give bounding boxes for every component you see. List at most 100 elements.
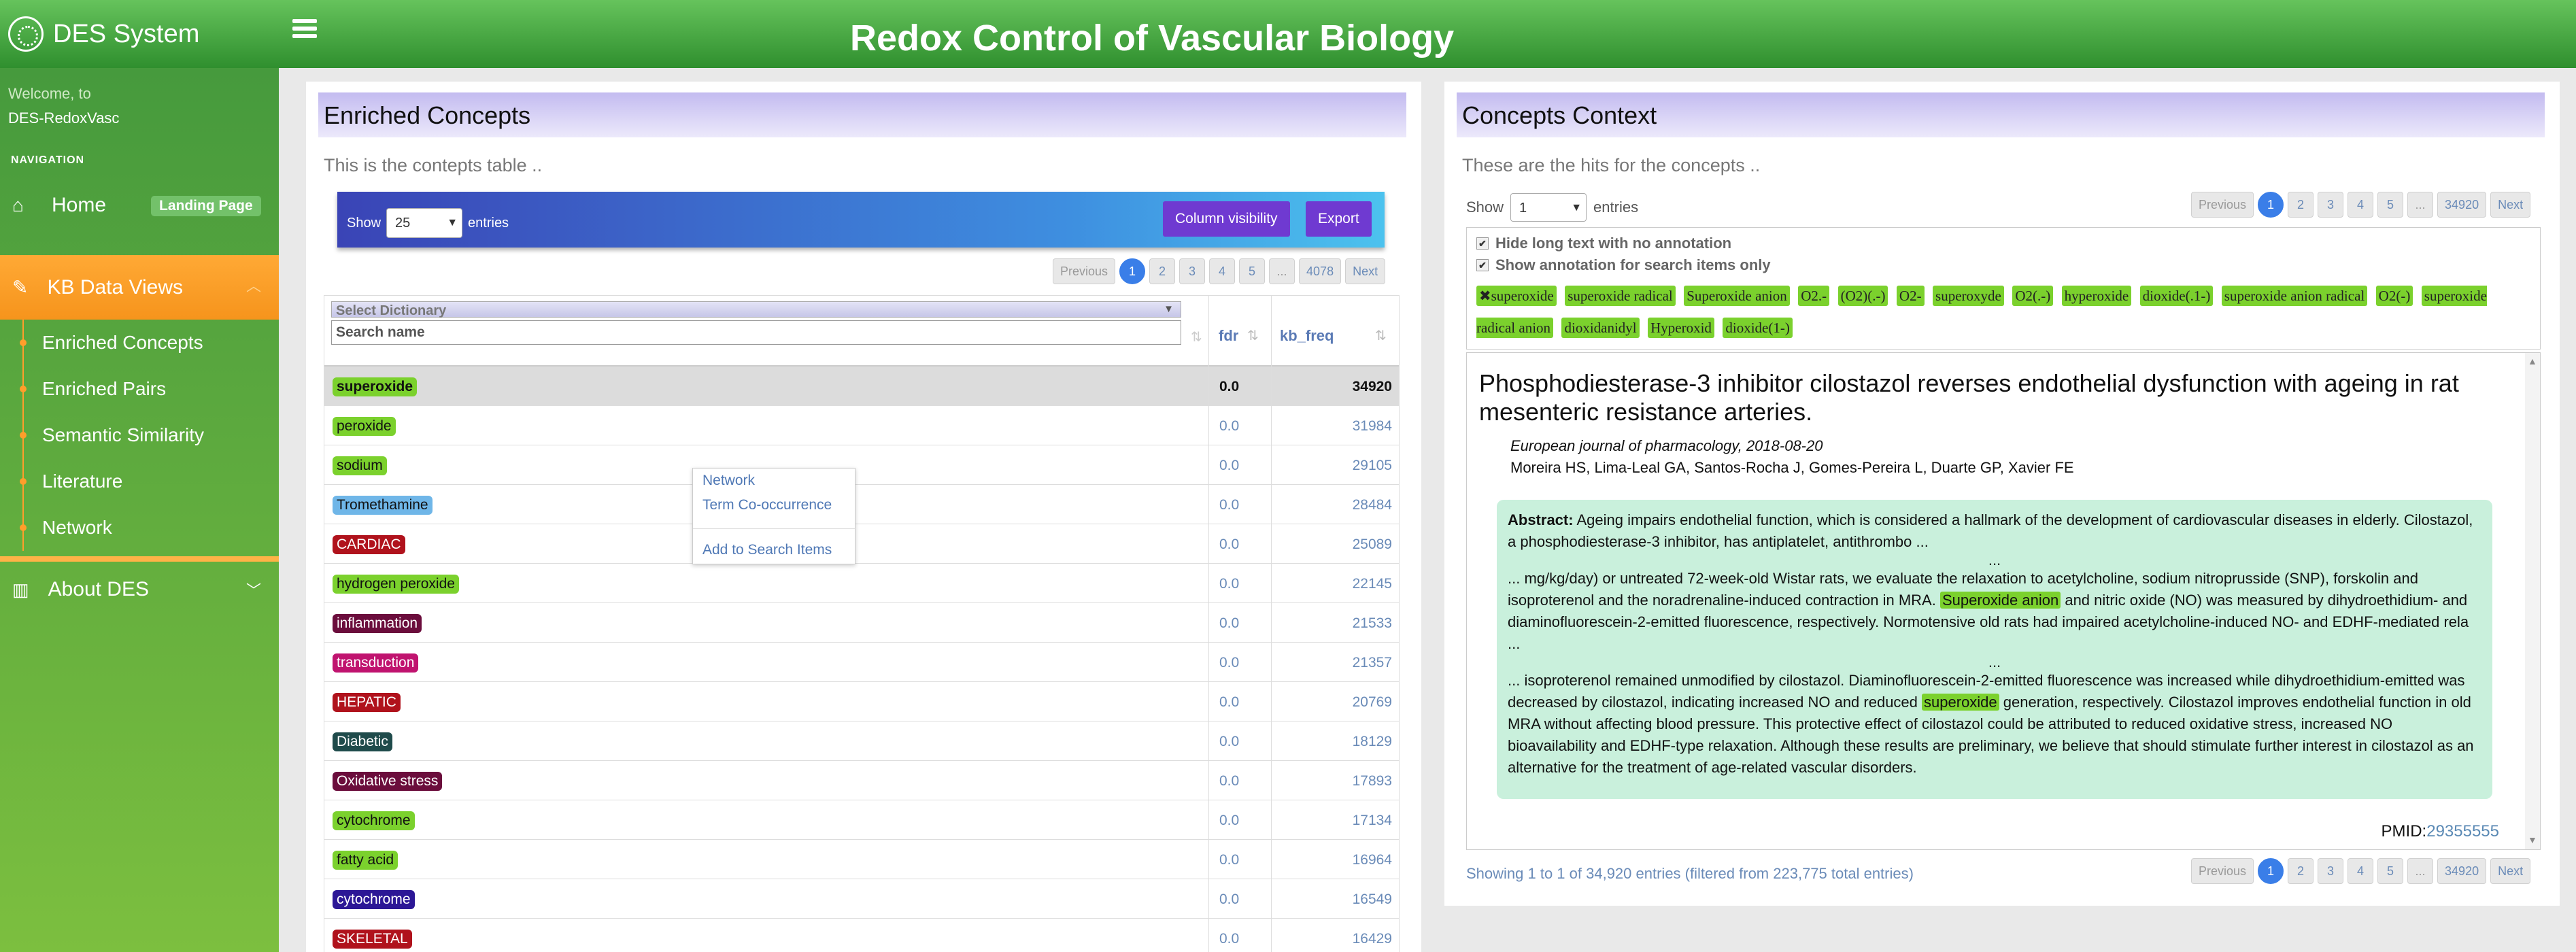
- brand[interactable]: DES System: [8, 7, 199, 61]
- pager-page[interactable]: 3: [2318, 192, 2344, 218]
- concept-tag[interactable]: superoxide: [333, 377, 418, 396]
- synonym-chip[interactable]: superoxyde: [1933, 286, 2004, 306]
- pager-page[interactable]: 1: [2258, 858, 2284, 884]
- table-row[interactable]: Diabetic 0.0 18129: [324, 721, 1399, 761]
- pager-page[interactable]: 34920: [2437, 192, 2487, 218]
- sidebar-item-semantic-similarity[interactable]: Semantic Similarity: [0, 412, 279, 458]
- column-fdr[interactable]: fdr ⇅: [1208, 296, 1271, 367]
- concept-tag[interactable]: fatty acid: [333, 851, 399, 870]
- pager-page[interactable]: 4: [2348, 858, 2374, 884]
- table-row[interactable]: SKELETAL 0.0 16429: [324, 919, 1399, 952]
- pager-page[interactable]: 4078: [1299, 258, 1342, 284]
- select-dictionary-dropdown[interactable]: Select Dictionary ▼: [331, 301, 1181, 318]
- show-search-annotation-checkbox[interactable]: ✔ Show annotation for search items only: [1476, 256, 1771, 274]
- pager-page[interactable]: 5: [1239, 258, 1266, 284]
- concept-tag[interactable]: hydrogen peroxide: [333, 575, 459, 594]
- pager-page[interactable]: 1: [2258, 192, 2284, 218]
- checkbox-checked-icon: ✔: [1476, 259, 1489, 271]
- table-row[interactable]: HEPATIC 0.0 20769: [324, 682, 1399, 721]
- pager-page[interactable]: 4: [2348, 192, 2374, 218]
- table-row[interactable]: fatty acid 0.0 16964: [324, 840, 1399, 879]
- pager-page[interactable]: 5: [2377, 858, 2404, 884]
- pager-page[interactable]: 5: [2377, 192, 2404, 218]
- pager-page[interactable]: 1: [1119, 258, 1146, 284]
- table-row[interactable]: superoxide 0.0 34920: [324, 367, 1399, 406]
- pager-next[interactable]: Next: [2490, 858, 2531, 884]
- concept-tag[interactable]: sodium: [333, 456, 387, 475]
- scrollbar[interactable]: ▲ ▼: [2525, 353, 2540, 849]
- page-length-select[interactable]: 1 ▼: [1510, 193, 1587, 222]
- nav-kb-data-views[interactable]: ✎ KB Data Views ︿: [0, 255, 279, 320]
- concept-tag[interactable]: Tromethamine: [333, 496, 433, 515]
- table-row[interactable]: Oxidative stress 0.0 17893: [324, 761, 1399, 800]
- sidebar-item-network[interactable]: Network: [0, 505, 279, 551]
- concept-tag[interactable]: SKELETAL: [333, 930, 412, 949]
- export-button[interactable]: Export: [1306, 201, 1372, 237]
- table-row[interactable]: hydrogen peroxide 0.0 22145: [324, 564, 1399, 603]
- column-visibility-button[interactable]: Column visibility: [1163, 201, 1290, 237]
- concept-tag[interactable]: HEPATIC: [333, 693, 401, 712]
- pager-page[interactable]: 2: [2288, 192, 2314, 218]
- concept-tag[interactable]: CARDIAC: [333, 535, 405, 554]
- table-row[interactable]: cytochrome 0.0 17134: [324, 800, 1399, 840]
- synonym-chip[interactable]: (O2)(.-): [1837, 286, 1888, 306]
- table-row[interactable]: Tromethamine 0.0 28484: [324, 485, 1399, 524]
- nav-about-des[interactable]: ▥ About DES ﹀: [0, 570, 279, 609]
- table-row[interactable]: peroxide 0.0 31984: [324, 406, 1399, 445]
- table-row[interactable]: transduction 0.0 21357: [324, 643, 1399, 682]
- pager-page[interactable]: 3: [1179, 258, 1206, 284]
- concept-name-cell: Tromethamine: [333, 496, 433, 515]
- synonym-chip[interactable]: dioxidanidyl: [1561, 318, 1640, 338]
- search-name-input[interactable]: Search name: [331, 320, 1181, 345]
- table-row[interactable]: cytochrome 0.0 16549: [324, 879, 1399, 919]
- synonym-chip[interactable]: dioxide(.1-): [2139, 286, 2214, 306]
- menu-toggle-icon[interactable]: [292, 19, 317, 41]
- hide-long-text-checkbox[interactable]: ✔ Hide long text with no annotation: [1476, 235, 1731, 252]
- synonym-chip[interactable]: dioxide(1-): [1723, 318, 1793, 338]
- pager-page[interactable]: 34920: [2437, 858, 2487, 884]
- sort-icon[interactable]: ⇅: [1191, 328, 1202, 345]
- concept-tag[interactable]: inflammation: [333, 614, 422, 633]
- synonym-chip[interactable]: hyperoxide: [2061, 286, 2132, 306]
- pager-page[interactable]: 4: [1209, 258, 1236, 284]
- table-row[interactable]: CARDIAC 0.0 25089: [324, 524, 1399, 564]
- menu-item-add-to-search[interactable]: Add to Search Items: [702, 542, 832, 558]
- sidebar-item-literature[interactable]: Literature: [0, 458, 279, 505]
- pager-previous[interactable]: Previous: [2191, 858, 2254, 884]
- pager-next[interactable]: Next: [2490, 192, 2531, 218]
- synonym-chip[interactable]: ✖superoxide: [1476, 286, 1557, 306]
- synonym-chip[interactable]: O2(-): [2375, 286, 2413, 306]
- sidebar-item-enriched-concepts[interactable]: Enriched Concepts: [0, 320, 279, 366]
- concept-tag[interactable]: peroxide: [333, 417, 396, 436]
- concept-tag[interactable]: transduction: [333, 653, 419, 673]
- synonym-chip[interactable]: superoxide radical: [1565, 286, 1676, 306]
- pager-page[interactable]: 2: [1149, 258, 1176, 284]
- sidebar-item-enriched-pairs[interactable]: Enriched Pairs: [0, 366, 279, 412]
- pager-page[interactable]: 3: [2318, 858, 2344, 884]
- pmid-link[interactable]: 29355555: [2426, 822, 2499, 840]
- column-kb-freq[interactable]: kb_freq ⇅: [1271, 296, 1400, 367]
- concept-tag[interactable]: Diabetic: [333, 732, 392, 751]
- concept-tag[interactable]: Oxidative stress: [333, 772, 443, 791]
- concept-name-cell: cytochrome: [333, 811, 415, 830]
- table-row[interactable]: inflammation 0.0 21533: [324, 603, 1399, 643]
- page-length-select[interactable]: 25 ▼: [386, 208, 463, 238]
- synonym-chip[interactable]: O2.-: [1798, 286, 1830, 306]
- menu-item-network[interactable]: Network: [702, 473, 755, 489]
- concept-tag[interactable]: cytochrome: [333, 890, 415, 909]
- pager-next[interactable]: Next: [1345, 258, 1386, 284]
- scroll-down-icon[interactable]: ▼: [2528, 834, 2537, 845]
- nav-home[interactable]: ⌂ Home Landing Page: [0, 185, 279, 226]
- synonym-chip[interactable]: Superoxide anion: [1684, 286, 1790, 306]
- pager-previous[interactable]: Previous: [2191, 192, 2254, 218]
- synonym-chip[interactable]: O2(.-): [2012, 286, 2054, 306]
- synonym-chip[interactable]: superoxide anion radical: [2221, 286, 2368, 306]
- concept-tag[interactable]: cytochrome: [333, 811, 415, 830]
- synonym-chip[interactable]: Hyperoxid: [1648, 318, 1714, 338]
- table-row[interactable]: sodium 0.0 29105: [324, 445, 1399, 485]
- pager-previous[interactable]: Previous: [1053, 258, 1116, 284]
- menu-item-term-cooccurrence[interactable]: Term Co-occurrence: [702, 497, 832, 513]
- pager-page[interactable]: 2: [2288, 858, 2314, 884]
- synonym-chip[interactable]: O2-: [1896, 286, 1925, 306]
- scroll-up-icon[interactable]: ▲: [2528, 356, 2537, 367]
